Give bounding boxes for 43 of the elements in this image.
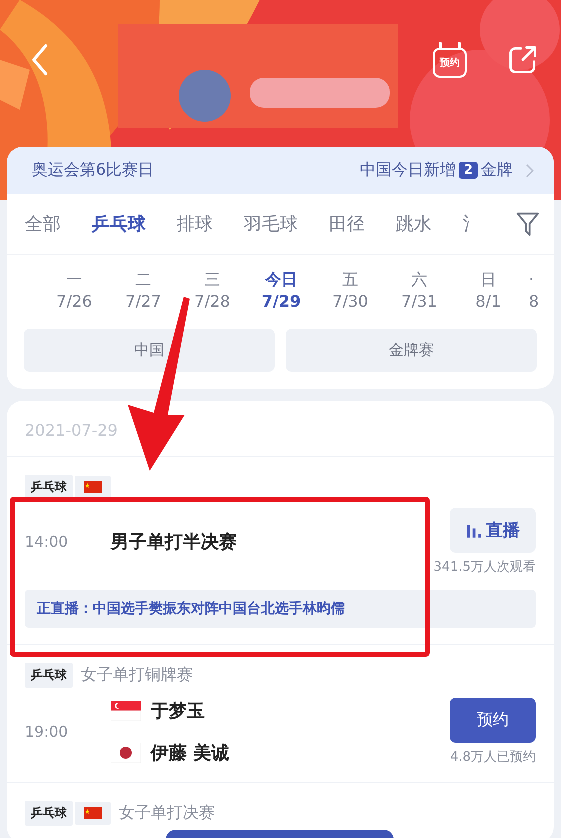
flag-icon <box>111 701 141 721</box>
sport-tab[interactable]: 全部 <box>25 212 61 236</box>
player-name: 于梦玉 <box>151 700 205 723</box>
date-tab[interactable]: · 8 <box>523 269 540 313</box>
day-label: 奥运会第6比赛日 <box>32 160 154 181</box>
sport-tab[interactable]: 排球 <box>177 212 213 236</box>
view-count: 341.5万人次观看 <box>434 559 536 576</box>
match-time: 19:00 <box>25 723 70 741</box>
sport-tab[interactable]: 羽毛球 <box>244 212 298 236</box>
live-banner[interactable]: 正直播：中国选手樊振东对阵中国台北选手林昀儒 <box>25 590 536 628</box>
date-tab[interactable]: 一 7/26 <box>40 269 109 313</box>
date-tab[interactable]: 三 7/28 <box>178 269 247 313</box>
reserve-button[interactable]: 预约 <box>450 698 536 743</box>
date-tab[interactable]: 今日 7/29 <box>247 269 316 313</box>
filter-chip[interactable]: 金牌赛 <box>286 329 537 372</box>
count-badge: 2 <box>458 162 478 179</box>
sport-tag: 乒乓球 <box>25 663 73 688</box>
chevron-icon <box>526 164 534 178</box>
live-button[interactable]: 直播 <box>450 508 536 553</box>
date-tab[interactable]: 二 7/27 <box>109 269 178 313</box>
medal-text: 金牌 <box>481 160 513 181</box>
sport-tab[interactable]: 氵 <box>463 212 481 236</box>
reservation-count: 4.8万人已预约 <box>450 749 536 766</box>
event-title: 女子单打铜牌赛 <box>81 665 193 686</box>
medal-text: 中国今日新增 <box>360 160 456 181</box>
back-icon[interactable] <box>30 43 50 77</box>
event-title: 女子单打决赛 <box>119 803 215 824</box>
sport-tab[interactable]: 田径 <box>329 212 365 236</box>
filter-icon[interactable] <box>516 210 540 238</box>
date-tab[interactable]: 五 7/30 <box>316 269 385 313</box>
match-time: 14:00 <box>25 533 70 551</box>
sport-tab[interactable]: 乒乓球 <box>92 212 146 236</box>
summary-bar[interactable]: 奥运会第6比赛日 中国今日新增 2 金牌 <box>7 147 554 194</box>
date-tab[interactable]: 六 7/31 <box>385 269 454 313</box>
flag-icon <box>111 743 141 763</box>
share-icon[interactable] <box>507 44 539 76</box>
sport-tag: 乒乓球 <box>25 801 73 826</box>
event-title: 男子单打半决赛 <box>111 531 238 554</box>
date-tab[interactable]: 日 8/1 <box>454 269 523 313</box>
sport-tab[interactable]: 跳水 <box>396 212 432 236</box>
filter-chip[interactable]: 中国 <box>24 329 275 372</box>
bars-icon <box>466 522 482 538</box>
player-name: 伊藤 美诚 <box>151 742 230 765</box>
